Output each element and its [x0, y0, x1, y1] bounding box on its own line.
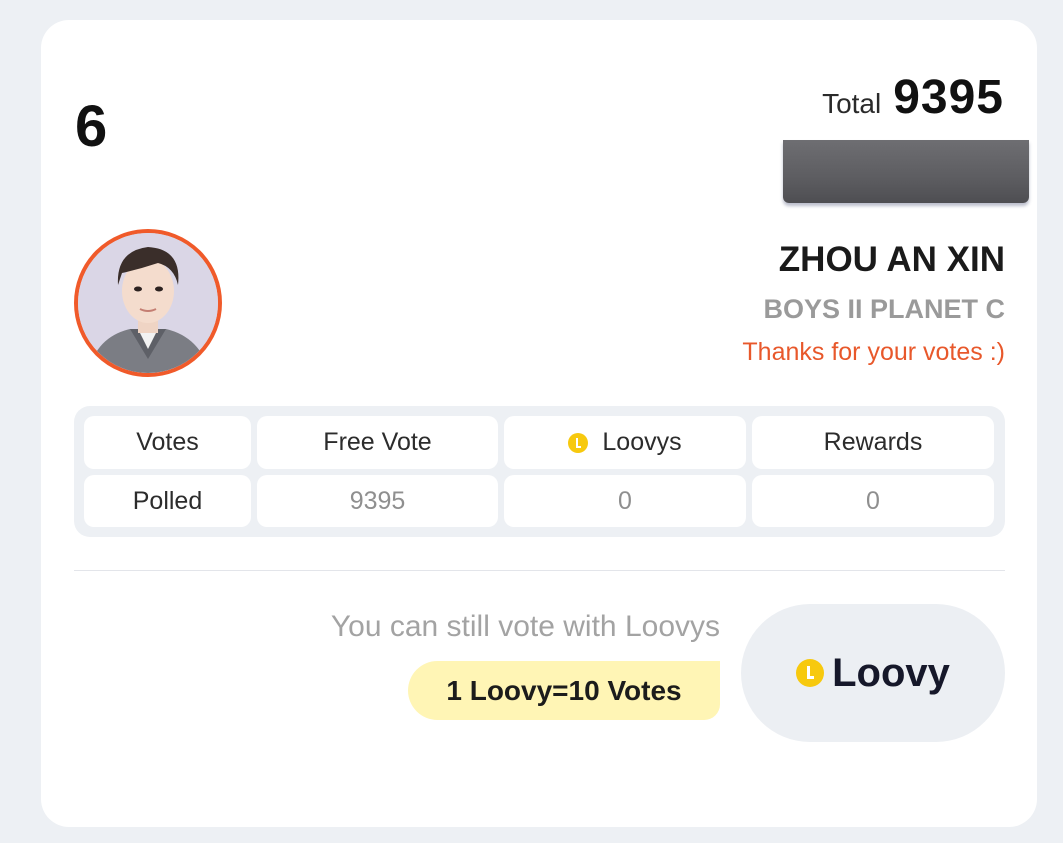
row-label-polled: Polled	[84, 475, 251, 527]
header-loovys-label: Loovys	[602, 428, 682, 456]
value-rewards: 0	[752, 475, 994, 527]
still-vote-text: You can still vote with Loovys	[330, 610, 720, 643]
header-free-vote: Free Vote	[257, 416, 498, 469]
redacted-bar	[783, 140, 1029, 203]
value-loovys: 0	[504, 475, 746, 527]
loovy-coin-icon	[796, 659, 825, 687]
loovy-button-label: Loovy	[832, 650, 950, 695]
loovy-vote-button[interactable]: Loovy	[741, 604, 1005, 742]
candidate-name: ZHOU AN XIN	[778, 240, 1005, 279]
divider	[74, 570, 1005, 571]
vote-card: 6 Total 9395 ZHOU AN XIN BOYS II PLANET …	[41, 20, 1037, 827]
total-votes: Total 9395	[822, 70, 1004, 125]
rate-badge: 1 Loovy=10 Votes	[408, 661, 720, 720]
thanks-message: Thanks for your votes :)	[742, 338, 1005, 366]
avatar	[74, 229, 222, 377]
header-votes: Votes	[84, 416, 251, 469]
header-loovys: Loovys	[504, 416, 746, 469]
loovy-coin-icon	[568, 432, 589, 453]
header-rewards: Rewards	[752, 416, 994, 469]
total-value: 9395	[893, 71, 1004, 124]
votes-table: Votes Free Vote Loovys Rewards Polled 93…	[74, 406, 1005, 537]
value-free-vote: 9395	[257, 475, 498, 527]
candidate-group: BOYS II PLANET C	[763, 294, 1005, 324]
total-label: Total	[822, 88, 882, 119]
rank-number: 6	[75, 94, 108, 159]
avatar-portrait-icon	[78, 233, 218, 373]
